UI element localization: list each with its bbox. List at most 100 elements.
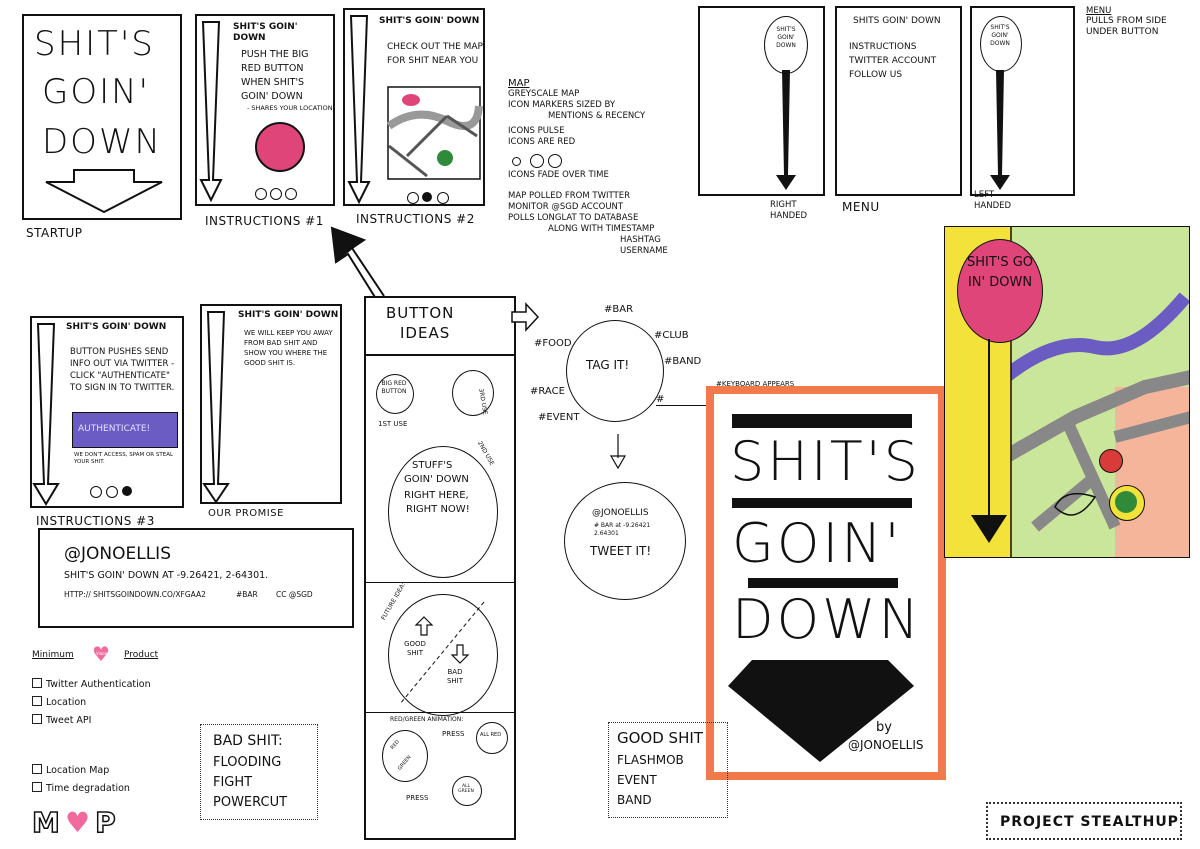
divider — [366, 354, 516, 356]
checkbox[interactable] — [32, 782, 42, 792]
our-promise-screen: SHIT'S GOIN' DOWN WE WILL KEEP YOU AWAY … — [200, 304, 342, 504]
map-note: MAP POLLED FROM TWITTER — [508, 191, 631, 201]
tag-band[interactable]: #BAND — [664, 356, 701, 367]
map-note: ICONS FADE OVER TIME — [508, 170, 609, 180]
page-dot — [122, 486, 132, 496]
map-note: GREYSCALE MAP — [508, 89, 580, 99]
right-handed-button-label: SHIT'S GOIN' DOWN — [776, 26, 796, 49]
big-red-button[interactable] — [255, 122, 305, 172]
checkbox[interactable] — [32, 714, 42, 724]
left-handed-caption: LEFT HANDED — [974, 190, 1012, 211]
tweet-it-line: # BAR at -9.26421 2.64301 — [594, 522, 651, 537]
heart-icon: ♥ — [64, 806, 91, 839]
press-label-2: PRESS — [406, 794, 429, 802]
menu-item-instructions[interactable]: INSTRUCTIONS — [849, 42, 916, 53]
map-marker-red[interactable] — [1099, 449, 1123, 473]
tag-event[interactable]: #EVENT — [538, 412, 579, 423]
startup-title-line1: SHIT'S — [34, 24, 155, 64]
down-arrow-icon — [450, 644, 470, 664]
poster: SHIT'S GOIN' DOWN by @JONOELLIS — [722, 402, 932, 764]
all-red-label: ALL RED — [480, 732, 502, 738]
instr1-header: SHIT'S GOIN' DOWN — [233, 22, 298, 43]
page-dot — [90, 486, 102, 498]
checkbox[interactable] — [32, 696, 42, 706]
mvp-item[interactable]: Time degradation — [32, 780, 130, 798]
menu-item-follow[interactable]: FOLLOW US — [849, 70, 902, 81]
tag-food[interactable]: #FOOD — [534, 338, 572, 349]
up-arrow-icon — [330, 226, 385, 303]
map-thumbnail — [386, 86, 483, 180]
mvp-logo-p: P — [94, 805, 116, 840]
page-dot — [255, 188, 267, 200]
bad-shit-title: BAD SHIT: — [213, 733, 283, 749]
right-handed-screen: SHIT'S GOIN' DOWN — [698, 6, 825, 196]
mvp-item[interactable]: Tweet API — [32, 712, 151, 730]
side-arrow-icon — [199, 21, 223, 203]
instr1-caption: INSTRUCTIONS #1 — [205, 214, 324, 228]
right-handed-caption: RIGHT HANDED — [770, 200, 808, 221]
startup-title-line2: GOIN' — [42, 72, 150, 112]
big-red-button-label: BIG RED BUTTON — [381, 380, 407, 395]
side-arrow-icon — [202, 311, 230, 504]
bad-shit-box: BAD SHIT: FLOODING FIGHT POWERCUT — [200, 724, 318, 820]
tag-race[interactable]: #RACE — [530, 386, 565, 397]
tweet-cc: CC @SGD — [276, 590, 313, 599]
menu-item-twitter[interactable]: TWITTER ACCOUNT — [849, 56, 936, 67]
bad-shit-item: FIGHT — [213, 775, 253, 790]
tweet-url[interactable]: HTTP:// SHITSGOINDOWN.CO/XFGAA2 — [64, 590, 206, 599]
map-note: ICON MARKERS SIZED BY — [508, 100, 616, 110]
good-shit-box: GOOD SHIT FLASHMOB EVENT BAND — [608, 722, 728, 818]
map-note: POLLS LONGLAT TO DATABASE — [508, 213, 639, 223]
menu-note-text: PULLS FROM SIDE UNDER BUTTON — [1086, 16, 1167, 37]
checkbox[interactable] — [32, 678, 42, 688]
first-use-label: 1ST USE — [378, 420, 408, 428]
instr3-fine-print: WE DON'T ACCESS, SPAM OR STEAL YOUR SHIT… — [74, 452, 174, 465]
good-shit-label: GOOD SHIT — [404, 640, 426, 657]
map-note: MONITOR @SGD ACCOUNT — [508, 202, 624, 212]
tweet-handle: @JONOELLIS — [64, 544, 171, 564]
map-marker-green-core — [1115, 491, 1137, 513]
all-red-button[interactable] — [476, 722, 508, 754]
instr3-caption: INSTRUCTIONS #3 — [36, 514, 155, 528]
pulse-circles-icon — [512, 154, 668, 168]
map-view-screen: SHIT'S GO IN' DOWN — [944, 226, 1190, 558]
instructions-3-screen: SHIT'S GOIN' DOWN BUTTON PUSHES SEND INF… — [30, 316, 184, 508]
promise-caption: OUR PROMISE — [208, 508, 284, 519]
poster-handle: @JONOELLIS — [848, 738, 924, 752]
tweet-it-button[interactable] — [564, 482, 686, 600]
down-arrow-icon — [609, 434, 627, 470]
mvp-item[interactable]: Location — [32, 694, 151, 712]
down-arrow-icon — [990, 70, 1010, 190]
map-notes-title: MAP — [508, 78, 530, 89]
page-dot — [285, 188, 297, 200]
menu-screen: SHITS GOIN' DOWN INSTRUCTIONS TWITTER AC… — [835, 6, 962, 196]
poster-by: by — [876, 720, 892, 735]
mvp-logo-m: M — [31, 805, 60, 840]
good-shit-item: BAND — [617, 793, 652, 807]
press-label-1: PRESS — [442, 730, 465, 738]
poster-line-2: GOIN' — [732, 512, 903, 575]
mvp-product: Product — [124, 650, 159, 660]
poster-line-1: SHIT'S — [730, 430, 921, 493]
tweet-card: @JONOELLIS SHIT'S GOIN' DOWN AT -9.26421… — [38, 528, 354, 628]
map-sgd-label: SHIT'S GO IN' DOWN — [966, 255, 1034, 290]
mvp-item[interactable]: Twitter Authentication — [32, 676, 151, 694]
tag-custom[interactable]: # — [656, 394, 706, 406]
menu-header: SHITS GOIN' DOWN — [853, 16, 941, 26]
stuffs-line-1: STUFF'S — [412, 460, 453, 471]
stuffs-line-2: GOIN' DOWN — [404, 474, 469, 485]
tag-club[interactable]: #CLUB — [654, 330, 689, 341]
poster-bar — [732, 498, 912, 508]
tag-bar[interactable]: #BAR — [604, 304, 633, 315]
page-dot — [106, 486, 118, 498]
instructions-2-screen: SHIT'S GOIN' DOWN CHECK OUT THE MAP FOR … — [343, 8, 485, 206]
checkbox[interactable] — [32, 764, 42, 774]
map-note: ICONS ARE RED — [508, 137, 576, 147]
mvp-item[interactable]: Location Map — [32, 762, 130, 780]
good-shit-title: GOOD SHIT — [617, 729, 703, 747]
stuffs-line-4: RIGHT NOW! — [406, 504, 470, 515]
startup-screen: SHIT'S GOIN' DOWN — [22, 14, 182, 220]
up-arrow-icon — [414, 616, 434, 636]
authenticate-label: AUTHENTICATE! — [78, 424, 151, 434]
tag-it-label: TAG IT! — [586, 358, 630, 372]
